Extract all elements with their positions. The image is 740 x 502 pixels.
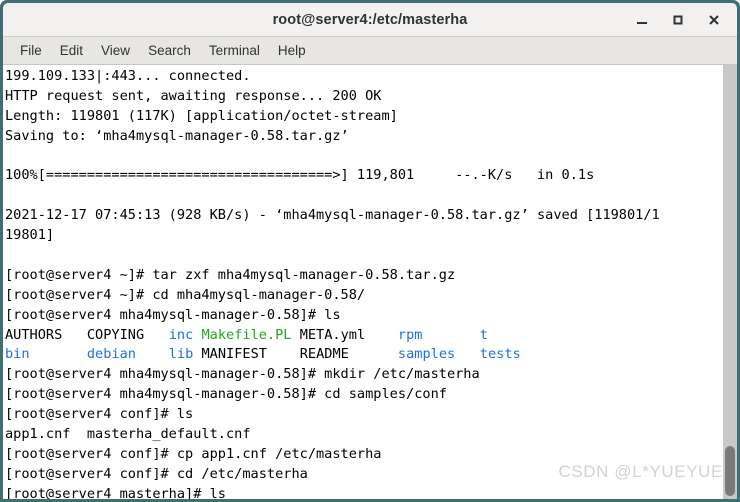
terminal-prompt-line: [root@server4 masterha]# ls <box>5 485 226 500</box>
terminal-output-line: 100%[===================================… <box>5 167 595 184</box>
ls-entry: META.yml <box>299 326 366 343</box>
ls-entry: bin <box>5 346 30 363</box>
ls-entry: samples <box>397 346 456 363</box>
terminal-output-line: 2021-12-17 07:45:13 (928 KB/s) - ‘mha4my… <box>5 207 660 224</box>
terminal-screen-area[interactable]: 199.109.133|:443... connected. HTTP reque… <box>3 65 723 500</box>
terminal-output-line: HTTP request sent, awaiting response... … <box>5 87 382 104</box>
menubar: File Edit View Search Terminal Help <box>3 37 737 65</box>
ls-entry: inc <box>168 326 194 343</box>
terminal-output-line: 19801] <box>5 227 55 244</box>
ls-output-row: AUTHORS COPYING inc Makefile.PL META.yml… <box>5 326 723 346</box>
terminal-prompt-line: [root@server4 conf]# ls <box>5 406 194 423</box>
ls-entry: debian <box>86 346 136 363</box>
terminal-output-line: 199.109.133|:443... connected. <box>5 68 251 84</box>
scrollbar-thumb[interactable] <box>725 446 735 496</box>
ls-entry: t <box>479 326 488 343</box>
terminal-prompt-line: [root@server4 conf]# cp app1.cnf /etc/ma… <box>5 445 382 462</box>
window-titlebar[interactable]: root@server4:/etc/masterha <box>3 3 737 37</box>
terminal-window: root@server4:/etc/masterha File Edit Vie… <box>0 0 740 502</box>
terminal-output-line <box>5 147 723 167</box>
ls-entry: AUTHORS <box>5 326 63 343</box>
terminal-prompt-line: [root@server4 conf]# cd /etc/masterha <box>5 465 308 482</box>
minimize-icon[interactable] <box>625 6 659 34</box>
terminal-output-line: Length: 119801 (117K) [application/octet… <box>5 107 398 124</box>
menu-item-help[interactable]: Help <box>269 41 315 60</box>
terminal-output-line <box>5 246 723 266</box>
window-controls <box>625 3 731 36</box>
ls-entry: Makefile.PL <box>201 326 292 343</box>
menu-item-terminal[interactable]: Terminal <box>200 41 269 60</box>
terminal-output-line: Saving to: ‘mha4mysql-manager-0.58.tar.g… <box>5 127 349 144</box>
terminal-prompt-line: [root@server4 mha4mysql-manager-0.58]# c… <box>5 386 447 403</box>
ls-output-row: bin debian lib MANIFEST README samples t… <box>5 345 723 365</box>
terminal-prompt-line: [root@server4 mha4mysql-manager-0.58]# m… <box>5 366 480 383</box>
terminal-output: 199.109.133|:443... connected. HTTP reque… <box>5 67 723 500</box>
ls-entry: tests <box>479 346 521 363</box>
ls-entry: README <box>299 346 349 363</box>
ls-entry: lib <box>168 346 194 363</box>
menu-item-edit[interactable]: Edit <box>51 41 92 60</box>
close-icon[interactable] <box>697 6 731 34</box>
ls-entry: rpm <box>397 326 423 343</box>
menu-item-search[interactable]: Search <box>139 41 200 60</box>
maximize-icon[interactable] <box>661 6 695 34</box>
terminal-body: 199.109.133|:443... connected. HTTP reque… <box>3 65 737 500</box>
window-title: root@server4:/etc/masterha <box>272 11 468 28</box>
terminal-prompt-line: [root@server4 ~]# cd mha4mysql-manager-0… <box>5 286 366 303</box>
ls-entry: MANIFEST <box>201 346 267 363</box>
terminal-prompt-line: [root@server4 ~]# tar zxf mha4mysql-mana… <box>5 266 456 283</box>
ls-entry: COPYING <box>86 326 145 343</box>
menu-item-file[interactable]: File <box>11 41 51 60</box>
terminal-output-line: app1.cnf masterha_default.cnf <box>5 426 251 443</box>
terminal-scrollbar[interactable] <box>723 65 737 499</box>
menu-item-view[interactable]: View <box>92 41 139 60</box>
terminal-output-line <box>5 186 723 206</box>
terminal-prompt-line: [root@server4 mha4mysql-manager-0.58]# l… <box>5 306 341 323</box>
